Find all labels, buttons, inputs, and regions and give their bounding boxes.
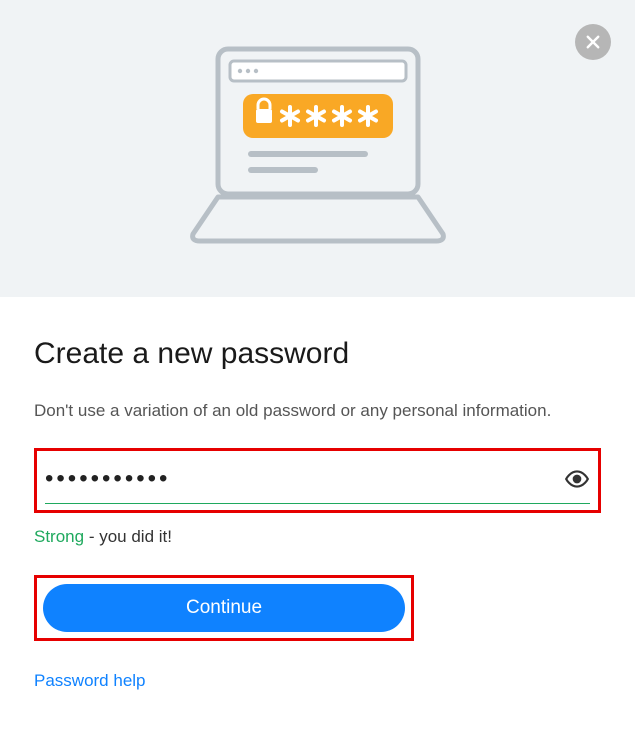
laptop-password-illustration <box>168 39 468 259</box>
instructions-text: Don't use a variation of an old password… <box>34 399 601 424</box>
close-icon <box>584 33 602 51</box>
strength-suffix: - you did it! <box>84 527 172 546</box>
password-input[interactable] <box>45 465 564 493</box>
password-field-highlight <box>34 448 601 513</box>
continue-button-highlight: Continue <box>34 575 414 641</box>
password-strength-text: Strong - you did it! <box>34 527 601 547</box>
strength-label: Strong <box>34 527 84 546</box>
password-help-link[interactable]: Password help <box>34 671 146 690</box>
password-field <box>45 457 590 504</box>
close-button[interactable] <box>575 24 611 60</box>
continue-button[interactable]: Continue <box>43 584 405 632</box>
page-title: Create a new password <box>34 337 601 371</box>
content-area: Create a new password Don't use a variat… <box>0 297 635 691</box>
hero-banner <box>0 0 635 297</box>
show-password-icon[interactable] <box>564 466 590 492</box>
